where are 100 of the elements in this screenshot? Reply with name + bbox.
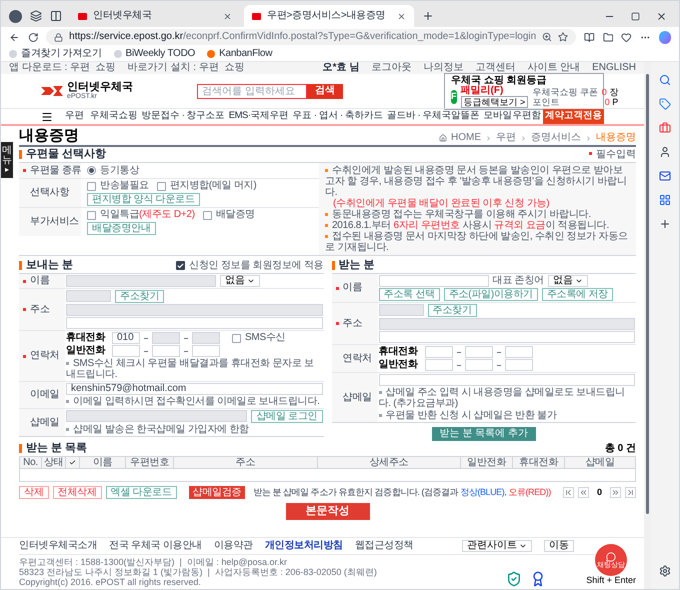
tab-actions-icon[interactable] bbox=[50, 10, 62, 22]
input-field[interactable] bbox=[464, 359, 492, 371]
search-button[interactable]: 검색 bbox=[307, 84, 343, 98]
bookmark-item[interactable]: BiWeekly TODO bbox=[114, 48, 196, 60]
address-bar[interactable]: https://service.epost.go.kr/econprf.ConfirmVidInfo.postal?sType=G&verification_mode=1&loginType=login bbox=[46, 29, 576, 45]
address-search-button[interactable]: 주소찾기 bbox=[115, 290, 164, 303]
write-body-button[interactable]: 본문작성 bbox=[286, 503, 370, 520]
footer-link[interactable]: 전국 우체국 이용안내 bbox=[109, 541, 202, 551]
page-number[interactable]: 0 bbox=[592, 488, 606, 497]
select-dropdown[interactable]: 관련사이트 bbox=[462, 540, 532, 552]
footer-link[interactable]: 이용약관 bbox=[214, 541, 253, 551]
checkbox[interactable] bbox=[87, 182, 96, 190]
menu-icon[interactable] bbox=[41, 110, 53, 122]
input-field[interactable] bbox=[378, 304, 424, 316]
favorite-icon[interactable] bbox=[558, 32, 568, 42]
input-field[interactable] bbox=[66, 290, 111, 302]
option-button[interactable]: 편지병합 양식 다운로드 bbox=[87, 193, 200, 206]
util-link[interactable]: 고객센터 bbox=[475, 63, 516, 73]
browser-tab[interactable]: 우편>증명서비스>내용증명 bbox=[244, 5, 414, 27]
nav-item[interactable]: 계약고객전용 bbox=[542, 109, 604, 124]
input-field[interactable] bbox=[192, 345, 220, 357]
last-page-icon[interactable] bbox=[625, 487, 636, 498]
nav-item[interactable]: 우표 · 엽서 · 축하카드 bbox=[290, 109, 385, 124]
bookmark-item[interactable]: 즐겨찾기 가져오기 bbox=[9, 48, 102, 60]
reader-icon[interactable] bbox=[584, 32, 595, 42]
benefit-button[interactable]: 등급혜택보기 > bbox=[460, 96, 528, 108]
checkbox[interactable] bbox=[156, 182, 166, 190]
input-field[interactable] bbox=[378, 275, 488, 287]
checkbox[interactable] bbox=[202, 210, 212, 220]
footer-link[interactable]: 인터넷우체국소개 bbox=[19, 541, 97, 551]
select-dropdown[interactable]: 없음 bbox=[220, 275, 260, 287]
workspaces-icon[interactable] bbox=[30, 10, 42, 22]
select-dropdown[interactable]: 없음 bbox=[548, 275, 588, 287]
health-icon[interactable] bbox=[621, 32, 632, 42]
zoom-icon[interactable] bbox=[542, 32, 552, 42]
input-field[interactable] bbox=[504, 359, 532, 371]
profile-avatar[interactable] bbox=[9, 10, 22, 22]
side-menu-tab[interactable]: 메뉴 ▸ bbox=[1, 142, 13, 178]
nav-item[interactable]: 골드바 · 우체국알뜰폰 bbox=[384, 109, 482, 124]
bookmark-item[interactable]: KanbanFlow bbox=[207, 48, 272, 60]
check-icon[interactable] bbox=[69, 459, 76, 466]
next-page-icon[interactable] bbox=[610, 487, 621, 498]
checkbox[interactable] bbox=[232, 334, 241, 342]
favorites-icon[interactable] bbox=[602, 32, 614, 42]
checkbox[interactable] bbox=[176, 261, 186, 270]
close-icon[interactable] bbox=[397, 12, 406, 20]
breadcrumb-link[interactable]: 증명서비스 bbox=[531, 133, 581, 143]
input-field[interactable] bbox=[66, 304, 322, 316]
input-field[interactable] bbox=[504, 346, 532, 358]
input-field[interactable] bbox=[378, 331, 635, 343]
refresh-icon[interactable] bbox=[28, 32, 38, 42]
email-field[interactable]: kenshin579@hotmail.com bbox=[66, 383, 322, 395]
apps-icon[interactable] bbox=[659, 194, 671, 206]
address-search-button[interactable]: 주소찾기 bbox=[428, 304, 476, 317]
footer-link[interactable]: 개인정보처리방침 bbox=[264, 541, 343, 551]
input-field[interactable] bbox=[152, 332, 180, 344]
new-tab-icon[interactable] bbox=[422, 10, 434, 22]
util-link[interactable]: 사이트 안내 bbox=[527, 63, 580, 73]
input-field[interactable] bbox=[464, 346, 492, 358]
nav-item[interactable]: 우편 bbox=[61, 109, 88, 124]
util-link[interactable]: 앱 다운로드 : 우편 쇼핑 bbox=[9, 63, 116, 73]
list-button[interactable]: 전체삭제 bbox=[52, 486, 102, 499]
input-field[interactable] bbox=[112, 345, 140, 357]
input-field[interactable] bbox=[66, 410, 248, 422]
scrollbar[interactable] bbox=[644, 62, 651, 589]
input-field[interactable] bbox=[378, 318, 635, 330]
mail-icon[interactable] bbox=[659, 170, 671, 182]
close-icon[interactable] bbox=[223, 12, 232, 20]
util-link[interactable]: 나의정보 bbox=[423, 63, 464, 73]
input-field[interactable] bbox=[424, 359, 452, 371]
nav-item[interactable]: 모바일우편함 bbox=[482, 109, 543, 124]
maximize-icon[interactable] bbox=[631, 12, 640, 20]
nav-item[interactable]: 우체국쇼핑 bbox=[88, 109, 140, 124]
list-button[interactable]: 삭제 bbox=[19, 486, 48, 499]
breadcrumb-link[interactable]: HOME bbox=[451, 133, 481, 143]
input-field[interactable] bbox=[192, 332, 220, 344]
util-link[interactable]: 로그아웃 bbox=[371, 63, 412, 73]
settings-icon[interactable] bbox=[659, 565, 671, 577]
breadcrumb-link[interactable]: 우편 bbox=[496, 133, 516, 143]
copilot-icon[interactable] bbox=[658, 30, 672, 44]
go-button[interactable]: 이동 bbox=[544, 540, 574, 552]
address-book-button[interactable]: 주소록에 저장 bbox=[542, 288, 613, 301]
address-book-button[interactable]: 주소록 선택 bbox=[378, 288, 440, 301]
nav-item[interactable]: EMS·국제우편 bbox=[226, 109, 291, 124]
browser-tab[interactable]: 인터넷우체국 bbox=[70, 5, 240, 27]
list-button[interactable]: 엑셀 다운로드 bbox=[106, 486, 177, 499]
option-button[interactable]: 배달증명안내 bbox=[87, 222, 156, 235]
input-field[interactable] bbox=[66, 275, 216, 287]
input-field[interactable] bbox=[424, 346, 452, 358]
input-field[interactable] bbox=[66, 317, 322, 329]
input-field[interactable] bbox=[152, 345, 180, 357]
checkbox[interactable] bbox=[87, 210, 96, 220]
add-icon[interactable] bbox=[659, 218, 671, 230]
nav-item[interactable]: 방문접수 · 창구소포 bbox=[140, 109, 227, 124]
footer-link[interactable]: 웹접근성정책 bbox=[354, 541, 414, 551]
list-button[interactable]: 샵메일검증 bbox=[188, 486, 246, 499]
tag-icon[interactable] bbox=[659, 98, 671, 110]
search-icon[interactable] bbox=[659, 74, 671, 86]
previous-page-icon[interactable] bbox=[578, 487, 589, 498]
input-field[interactable] bbox=[378, 374, 635, 386]
